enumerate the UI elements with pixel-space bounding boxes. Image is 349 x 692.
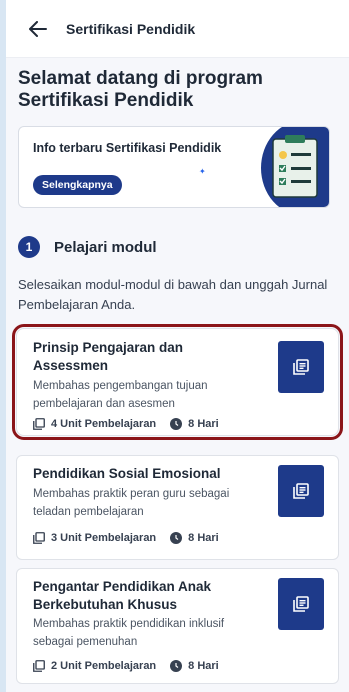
module-duration: 8 Hari (188, 532, 219, 544)
module-card[interactable]: Pengantar Pendidikan Anak Berkebutuhan K… (16, 568, 339, 684)
step-description: Selesaikan modul-modul di bawah dan ungg… (18, 277, 328, 312)
welcome-line-2: Sertifikasi Pendidik (18, 90, 194, 111)
back-button[interactable] (20, 11, 56, 47)
library-books-icon (293, 359, 309, 375)
module-description: Membahas pengembangan tujuan pembelajara… (33, 380, 208, 410)
welcome-heading: Selamat datang di program Sertifikasi Pe… (18, 68, 338, 112)
module-units: 3 Unit Pembelajaran (51, 532, 157, 544)
module-title: Pendidikan Sosial Emosional (33, 466, 221, 481)
module-title: Pengantar Pendidikan Anak Berkebutuhan K… (33, 579, 212, 612)
arrow-left-icon (29, 20, 47, 37)
page-title: Sertifikasi Pendidik (66, 20, 196, 37)
clock-icon (170, 532, 183, 544)
library-books-icon (293, 596, 309, 612)
module-card[interactable]: Pendidikan Sosial Emosional Membahas pra… (16, 455, 339, 560)
module-card[interactable]: Prinsip Pengajaran dan Assessmen Membaha… (12, 324, 343, 440)
step-number-badge: 1 (18, 236, 40, 258)
module-meta: 2 Unit Pembelajaran 8 Hari (33, 660, 219, 672)
clock-icon (170, 660, 183, 672)
app-header: Sertifikasi Pendidik (6, 0, 349, 58)
step-header: 1 Pelajari modul (18, 236, 157, 258)
module-open-button[interactable] (278, 341, 324, 393)
info-banner-card[interactable]: Info terbaru Sertifikasi Pendidik ✦ Sele… (18, 126, 330, 208)
info-banner-title: Info terbaru Sertifikasi Pendidik (33, 141, 222, 155)
module-duration: 8 Hari (188, 660, 219, 672)
library-books-icon (293, 483, 309, 499)
read-more-button[interactable]: Selengkapnya (33, 175, 122, 195)
module-duration: 8 Hari (188, 418, 219, 430)
unit-stack-icon (33, 532, 45, 544)
welcome-line-1: Selamat datang di program (18, 68, 263, 89)
clipboard-checklist-icon (272, 135, 318, 198)
module-title: Prinsip Pengajaran dan Assessmen (33, 340, 184, 373)
module-open-button[interactable] (278, 578, 324, 630)
unit-stack-icon (33, 660, 45, 672)
clock-icon (170, 418, 183, 430)
unit-stack-icon (33, 418, 45, 430)
module-open-button[interactable] (278, 465, 324, 517)
module-description: Membahas praktik peran guru sebagai tela… (33, 488, 230, 518)
main-content: Selamat datang di program Sertifikasi Pe… (6, 58, 349, 692)
step-label: Pelajari modul (54, 238, 157, 256)
module-description: Membahas praktik pendidikan inklusif seb… (33, 618, 225, 648)
module-meta: 4 Unit Pembelajaran 8 Hari (33, 418, 219, 430)
module-meta: 3 Unit Pembelajaran 8 Hari (33, 532, 219, 544)
module-units: 4 Unit Pembelajaran (51, 418, 157, 430)
sparkle-icon: ✦ (199, 167, 206, 176)
module-units: 2 Unit Pembelajaran (51, 660, 157, 672)
